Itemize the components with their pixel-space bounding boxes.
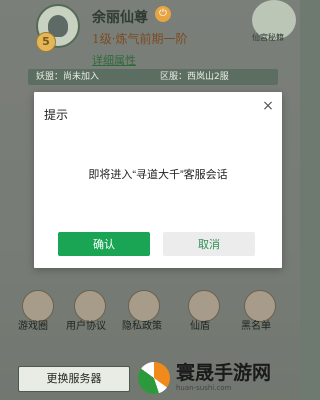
watermark: 寰晟手游网 huan-sushi.com	[138, 358, 296, 398]
level-badge: 5	[36, 32, 56, 52]
watermark-logo-icon	[138, 362, 170, 394]
feature-label-user-agreement: 用户协议	[66, 321, 106, 332]
dialog-title: 提示	[44, 108, 69, 122]
faction-info: 妖盟：尚未加入	[28, 69, 156, 85]
power-icon[interactable]: ⏻	[155, 6, 171, 22]
feature-label-privacy-policy: 隐私政策	[122, 321, 162, 332]
feature-label-shield: 仙盾	[190, 321, 210, 332]
secret-book-label: 仙宫秘籍	[252, 33, 284, 42]
player-name: 余丽仙尊	[92, 10, 148, 26]
realm-text: 1级·炼气前期一阶	[92, 32, 188, 46]
change-server-button[interactable]: 更换服务器	[18, 366, 130, 392]
details-link[interactable]: 详细属性	[92, 52, 136, 68]
confirm-button[interactable]: 确认	[58, 232, 150, 256]
watermark-url: huan-sushi.com	[176, 384, 232, 392]
customer-service-dialog: 提示 × 即将进入“寻道大千”客服会话 确认 取消	[34, 92, 282, 268]
watermark-title: 寰晟手游网	[176, 362, 272, 384]
feature-label-game-circle: 游戏圈	[18, 321, 48, 332]
feature-label-blacklist: 黑名单	[241, 321, 271, 332]
region-info: 区服：西岚山2服	[152, 69, 278, 85]
cancel-button[interactable]: 取消	[163, 232, 255, 256]
dialog-message: 即将进入“寻道大千”客服会话	[88, 169, 228, 181]
close-icon[interactable]: ×	[260, 98, 276, 114]
